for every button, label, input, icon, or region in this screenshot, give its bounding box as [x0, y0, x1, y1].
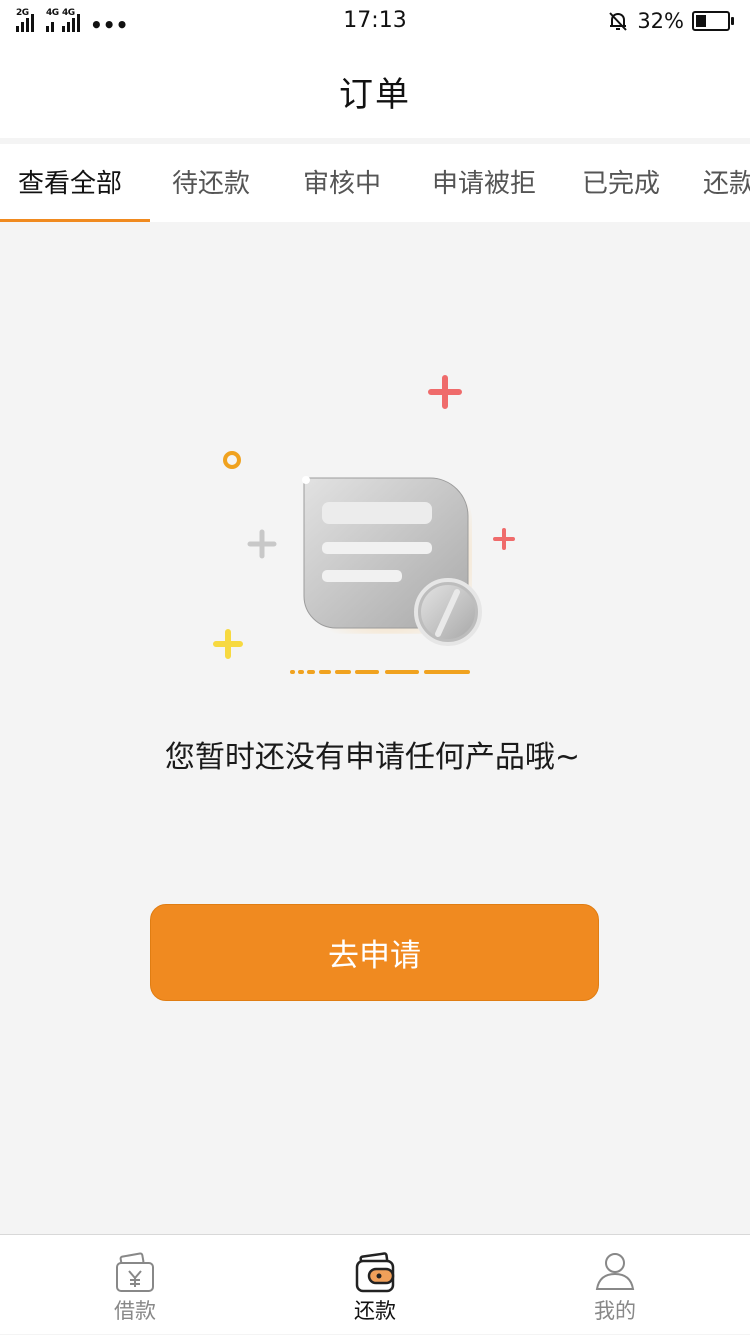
- tab-pending-repayment[interactable]: 待还款: [172, 144, 250, 222]
- bell-muted-icon: [609, 12, 628, 31]
- tab-repayment[interactable]: 还款: [703, 144, 750, 222]
- empty-document-icon: [213, 375, 515, 674]
- nav-label-borrow: 借款: [114, 1299, 156, 1323]
- tab-rejected[interactable]: 申请被拒: [432, 144, 536, 222]
- status-bar: 2G 4G 4G ••• 17:13 32%: [0, 0, 750, 44]
- status-right: 32%: [607, 9, 734, 33]
- empty-message: 您暂时还没有申请任何产品哦~: [164, 740, 581, 775]
- nav-item-borrow[interactable]: 借款: [10, 1235, 260, 1335]
- user-icon: [595, 1253, 635, 1290]
- wallet-yen-icon: [116, 1252, 154, 1292]
- bottom-navigation: 借款 还款 我的: [0, 1234, 750, 1334]
- page-header: 订单: [0, 44, 750, 138]
- tab-completed[interactable]: 已完成: [582, 144, 660, 222]
- nav-label-repay: 还款: [354, 1299, 396, 1323]
- nav-label-mine: 我的: [594, 1299, 636, 1323]
- order-tabs: 查看全部 待还款 审核中 申请被拒 已完成 还款: [0, 144, 750, 222]
- tab-under-review[interactable]: 审核中: [303, 144, 381, 222]
- nav-item-repay[interactable]: 还款: [250, 1235, 500, 1335]
- nav-item-mine[interactable]: 我的: [490, 1235, 740, 1335]
- battery-percent: 32%: [637, 9, 684, 33]
- wallet-icon: [355, 1252, 395, 1293]
- tab-all[interactable]: 查看全部: [18, 144, 122, 222]
- battery-icon: [692, 11, 734, 31]
- active-tab-indicator: [0, 219, 150, 222]
- page-title: 订单: [339, 74, 411, 115]
- go-apply-button[interactable]: 去申请: [150, 904, 599, 1001]
